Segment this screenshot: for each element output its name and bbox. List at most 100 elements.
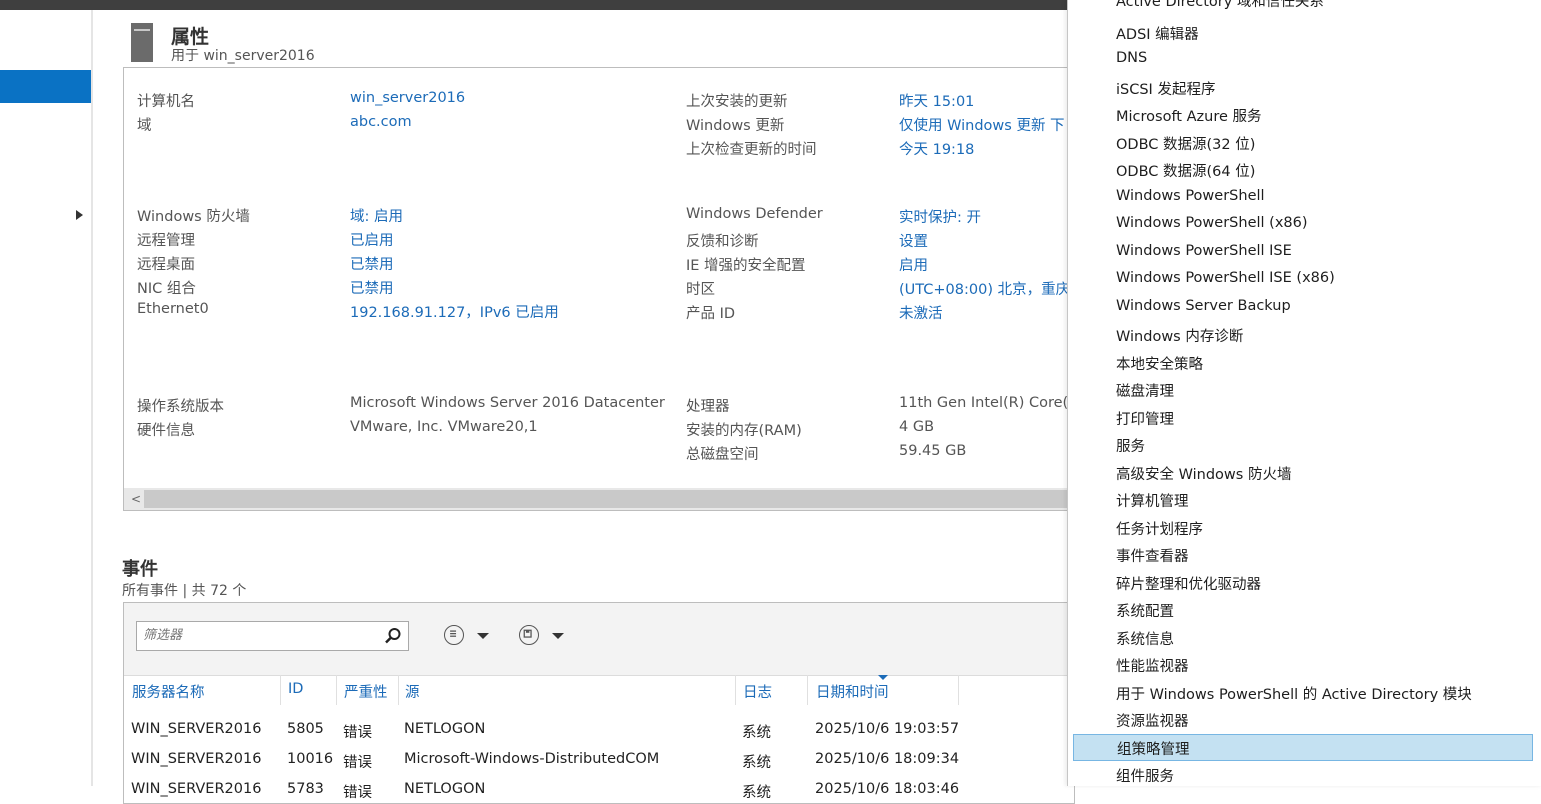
- menu-item-resource-monitor[interactable]: 资源监视器: [1068, 706, 1541, 733]
- menu-item-disk-cleanup[interactable]: 磁盘清理: [1068, 376, 1541, 403]
- label-product-id: 产品 ID: [686, 306, 736, 322]
- label-ie-esc: IE 增强的安全配置: [686, 258, 806, 274]
- nav-item-selected[interactable]: [0, 70, 91, 103]
- menu-item-iscsi-initiator[interactable]: iSCSI 发起程序: [1068, 74, 1541, 101]
- label-remote-management: 远程管理: [137, 233, 195, 249]
- value-processor: 11th Gen Intel(R) Core(T: [899, 395, 1075, 411]
- menu-item-powershell[interactable]: Windows PowerShell: [1068, 184, 1541, 211]
- value-feedback-diagnostics[interactable]: 设置: [899, 230, 928, 251]
- cell-date-time[interactable]: 2025/10/6 18:09:34: [815, 751, 959, 767]
- menu-item-system-configuration[interactable]: 系统配置: [1068, 596, 1541, 623]
- value-computer-name[interactable]: win_server2016: [350, 90, 465, 106]
- menu-item-dns[interactable]: DNS: [1068, 46, 1541, 73]
- column-divider[interactable]: [807, 675, 808, 705]
- value-windows-update[interactable]: 仅使用 Windows 更新 下: [899, 114, 1065, 135]
- horizontal-scrollbar[interactable]: <: [124, 488, 1074, 510]
- menu-item-adsi-edit[interactable]: ADSI 编辑器: [1068, 19, 1541, 46]
- menu-item-group-policy-management[interactable]: 组策略管理: [1073, 734, 1533, 761]
- value-product-id[interactable]: 未激活: [899, 302, 943, 323]
- menu-item-system-information[interactable]: 系统信息: [1068, 624, 1541, 651]
- events-toolbar: [124, 603, 1074, 676]
- events-subtitle: 所有事件 | 共 72 个: [122, 583, 247, 599]
- menu-item-ad-powershell-module[interactable]: 用于 Windows PowerShell 的 Active Directory…: [1068, 679, 1541, 706]
- cell-log[interactable]: 系统: [742, 721, 771, 742]
- menu-item-powershell-x86[interactable]: Windows PowerShell (x86): [1068, 211, 1541, 238]
- label-os-version: 操作系统版本: [137, 399, 224, 415]
- menu-item-print-management[interactable]: 打印管理: [1068, 404, 1541, 431]
- column-divider[interactable]: [398, 675, 399, 705]
- view-options-button[interactable]: [444, 625, 494, 647]
- events-title: 事件: [122, 559, 158, 580]
- column-date-time[interactable]: 日期和时间: [816, 681, 889, 702]
- menu-item-odbc-32[interactable]: ODBC 数据源(32 位): [1068, 129, 1541, 156]
- value-firewall[interactable]: 域: 启用: [350, 205, 403, 226]
- cell-severity[interactable]: 错误: [343, 751, 372, 772]
- cell-date-time[interactable]: 2025/10/6 19:03:57: [815, 721, 959, 737]
- chevron-down-icon[interactable]: [477, 633, 489, 639]
- menu-item-computer-management[interactable]: 计算机管理: [1068, 486, 1541, 513]
- cell-id[interactable]: 5805: [287, 721, 324, 737]
- scroll-left-icon[interactable]: <: [131, 492, 141, 506]
- cell-severity[interactable]: 错误: [343, 721, 372, 742]
- column-source[interactable]: 源: [405, 681, 420, 702]
- cell-log[interactable]: 系统: [742, 781, 771, 802]
- value-ie-esc[interactable]: 启用: [899, 254, 928, 275]
- label-nic-teaming: NIC 组合: [137, 281, 196, 297]
- value-ethernet0[interactable]: 192.168.91.127，IPv6 已启用: [350, 301, 559, 322]
- menu-item-task-scheduler[interactable]: 任务计划程序: [1068, 514, 1541, 541]
- menu-item-defragment[interactable]: 碎片整理和优化驱动器: [1068, 569, 1541, 596]
- value-last-checked-update[interactable]: 今天 19:18: [899, 138, 974, 159]
- column-server-name[interactable]: 服务器名称: [132, 681, 205, 702]
- value-remote-management[interactable]: 已启用: [350, 229, 394, 250]
- filter-input[interactable]: [137, 622, 389, 648]
- expand-arrow-icon[interactable]: [76, 210, 83, 220]
- menu-item-ad-domains-trusts[interactable]: Active Directory 域和信任关系: [1068, 0, 1541, 13]
- cell-log[interactable]: 系统: [742, 751, 771, 772]
- menu-item-advanced-firewall[interactable]: 高级安全 Windows 防火墙: [1068, 459, 1541, 486]
- column-log[interactable]: 日志: [743, 681, 772, 702]
- menu-item-server-backup[interactable]: Windows Server Backup: [1068, 294, 1541, 321]
- value-remote-desktop[interactable]: 已禁用: [350, 253, 394, 274]
- cell-server-name[interactable]: WIN_SERVER2016: [131, 751, 261, 767]
- chevron-down-icon[interactable]: [552, 633, 564, 639]
- menu-item-component-services[interactable]: 组件服务: [1068, 761, 1541, 786]
- label-feedback-diagnostics: 反馈和诊断: [686, 234, 759, 250]
- column-divider[interactable]: [735, 675, 736, 705]
- menu-item-local-security-policy[interactable]: 本地安全策略: [1068, 349, 1541, 376]
- cell-server-name[interactable]: WIN_SERVER2016: [131, 721, 261, 737]
- menu-item-performance-monitor[interactable]: 性能监视器: [1068, 651, 1541, 678]
- value-windows-defender[interactable]: 实时保护: 开: [899, 206, 981, 227]
- cell-id[interactable]: 5783: [287, 781, 324, 797]
- menu-item-event-viewer[interactable]: 事件查看器: [1068, 541, 1541, 568]
- label-windows-update: Windows 更新: [686, 118, 785, 134]
- scrollbar-thumb[interactable]: [144, 490, 1074, 508]
- value-domain[interactable]: abc.com: [350, 114, 412, 130]
- cell-source[interactable]: NETLOGON: [404, 781, 485, 797]
- column-divider[interactable]: [280, 675, 281, 705]
- filter-box[interactable]: [136, 621, 409, 651]
- label-total-disk: 总磁盘空间: [686, 447, 759, 463]
- cell-source[interactable]: NETLOGON: [404, 721, 485, 737]
- search-icon[interactable]: [384, 627, 402, 645]
- save-options-button[interactable]: [519, 625, 569, 647]
- cell-server-name[interactable]: WIN_SERVER2016: [131, 781, 261, 797]
- menu-item-memory-diagnostic[interactable]: Windows 内存诊断: [1068, 321, 1541, 348]
- menu-item-services[interactable]: 服务: [1068, 431, 1541, 458]
- column-severity[interactable]: 严重性: [344, 681, 388, 702]
- cell-severity[interactable]: 错误: [343, 781, 372, 802]
- menu-item-odbc-64[interactable]: ODBC 数据源(64 位): [1068, 156, 1541, 183]
- column-divider[interactable]: [336, 675, 337, 705]
- cell-date-time[interactable]: 2025/10/6 18:03:46: [815, 781, 959, 797]
- label-last-checked-update: 上次检查更新的时间: [686, 142, 817, 158]
- cell-id[interactable]: 10016: [287, 751, 333, 767]
- menu-item-powershell-ise[interactable]: Windows PowerShell ISE: [1068, 239, 1541, 266]
- menu-item-powershell-ise-x86[interactable]: Windows PowerShell ISE (x86): [1068, 266, 1541, 293]
- menu-item-azure-services[interactable]: Microsoft Azure 服务: [1068, 101, 1541, 128]
- column-divider[interactable]: [958, 675, 959, 705]
- value-last-installed-update[interactable]: 昨天 15:01: [899, 90, 974, 111]
- label-firewall: Windows 防火墙: [137, 209, 250, 225]
- cell-source[interactable]: Microsoft-Windows-DistributedCOM: [404, 751, 659, 767]
- column-id[interactable]: ID: [288, 681, 303, 697]
- value-nic-teaming[interactable]: 已禁用: [350, 277, 394, 298]
- value-time-zone[interactable]: (UTC+08:00) 北京，重庆: [899, 278, 1070, 299]
